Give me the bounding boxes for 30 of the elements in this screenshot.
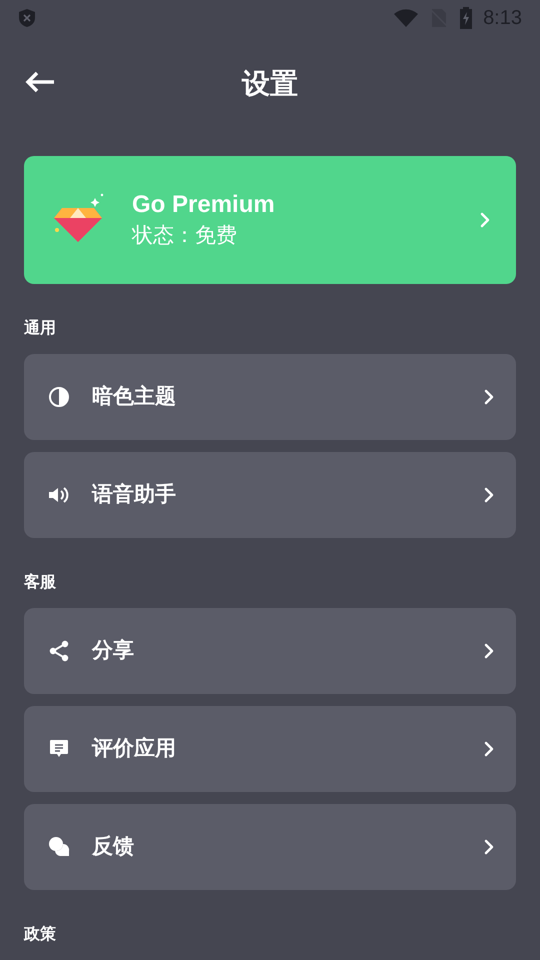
shield-icon — [18, 8, 36, 28]
battery-charging-icon — [459, 7, 474, 29]
chevron-right-icon — [484, 839, 494, 855]
premium-status: 状态：免费 — [132, 223, 238, 249]
contrast-icon — [48, 386, 70, 408]
back-arrow-icon — [24, 70, 56, 94]
item-label: 暗色主题 — [92, 384, 177, 410]
premium-title: Go Premium — [132, 190, 276, 220]
section-label: 客服 — [24, 572, 57, 593]
chevron-right-icon — [480, 212, 490, 228]
chevron-right-icon — [484, 643, 494, 659]
chevron-right-icon — [484, 389, 494, 405]
settings-item[interactable]: 反馈 — [24, 804, 516, 890]
section-label: 通用 — [24, 318, 57, 339]
item-label: 分享 — [92, 638, 135, 664]
share-icon — [48, 640, 70, 662]
settings-item[interactable]: 评价应用 — [24, 706, 516, 792]
page-title: 设置 — [242, 67, 298, 101]
settings-item[interactable]: 语音助手 — [24, 452, 516, 538]
item-label: 反馈 — [92, 834, 135, 860]
wifi-icon — [393, 8, 420, 28]
settings-item[interactable]: 暗色主题 — [24, 354, 516, 440]
chat-icon — [48, 836, 70, 858]
item-label: 语音助手 — [92, 482, 177, 508]
section-label: 政策 — [24, 924, 57, 945]
back-button[interactable] — [24, 70, 56, 94]
chevron-right-icon — [484, 741, 494, 757]
chevron-right-icon — [484, 487, 494, 503]
settings-item[interactable]: 分享 — [24, 608, 516, 694]
item-label: 评价应用 — [92, 736, 177, 762]
